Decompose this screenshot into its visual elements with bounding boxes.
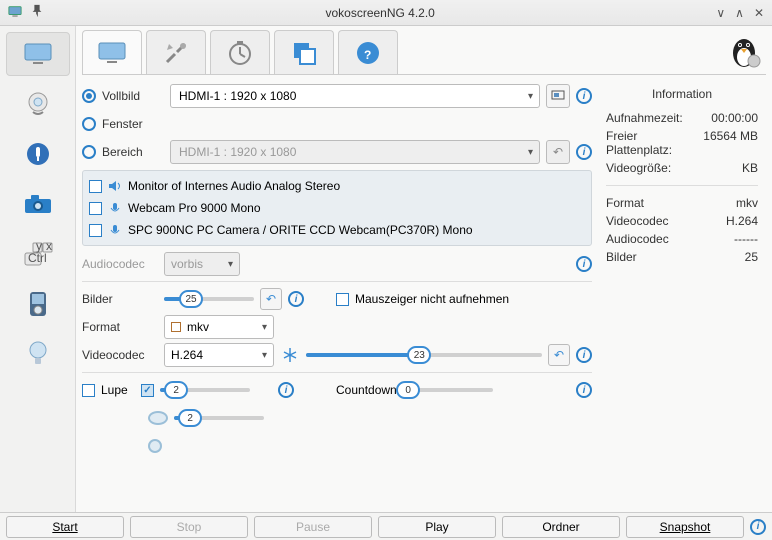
fenster-label: Fenster	[102, 117, 164, 131]
crf-icon	[280, 346, 300, 364]
window-title: vokoscreenNG 4.2.0	[44, 6, 716, 20]
bereich-label: Bereich	[102, 145, 164, 159]
tab-help[interactable]: ?	[338, 30, 398, 74]
vollbild-combo[interactable]: HDMI-1 : 1920 x 1080	[170, 84, 540, 108]
info-size-label: Videogröße:	[606, 161, 671, 175]
info-vcodec-value: H.264	[726, 214, 758, 228]
audiocodec-combo: vorbis	[164, 252, 240, 276]
info-acodec-label: Audiocodec	[606, 232, 669, 246]
audiocodec-label: Audiocodec	[82, 257, 158, 271]
videocodec-info-icon[interactable]: i	[576, 347, 592, 363]
vnav-player[interactable]	[6, 282, 70, 326]
svg-text:?: ?	[364, 48, 371, 62]
mauszeiger-check[interactable]	[336, 293, 349, 306]
speaker-icon	[108, 180, 122, 192]
videocodec-label: Videocodec	[82, 348, 158, 362]
info-free-label: Freier Plattenplatz:	[606, 129, 699, 157]
ordner-button[interactable]: Ordner	[502, 516, 620, 538]
vnav-keys[interactable]: Ctrlyx	[6, 232, 70, 276]
radio-bereich[interactable]	[82, 145, 96, 159]
audio-check-0[interactable]	[89, 180, 102, 193]
lupe-slider-1[interactable]: 2	[160, 380, 250, 400]
info-format-label: Format	[606, 196, 644, 210]
bereich-combo: HDMI-1 : 1920 x 1080	[170, 140, 540, 164]
info-heading: Information	[606, 87, 758, 101]
audio-label-0: Monitor of Internes Audio Analog Stereo	[128, 179, 340, 193]
countdown-label: Countdown	[336, 383, 397, 397]
lupe-info-icon[interactable]: i	[278, 382, 294, 398]
mic-icon	[108, 202, 122, 214]
countdown-info-icon[interactable]: i	[576, 382, 592, 398]
info-acodec-value: ------	[734, 232, 758, 246]
lupe-ellipse-icon[interactable]	[148, 411, 168, 425]
svg-text:y: y	[36, 241, 42, 253]
info-bilder-label: Bilder	[606, 250, 637, 264]
start-button[interactable]: Start	[6, 516, 124, 538]
info-format-value: mkv	[736, 196, 758, 210]
bilder-slider[interactable]: 25	[164, 289, 254, 309]
lupe-circle-icon[interactable]	[148, 439, 162, 453]
info-free-value: 16564	[703, 129, 736, 143]
close-icon[interactable]: ✕	[754, 6, 764, 20]
bereich-info-icon[interactable]: i	[576, 144, 592, 160]
vnav-bulb[interactable]	[6, 332, 70, 376]
vnav-screen[interactable]	[6, 32, 70, 76]
videocodec-reset-button[interactable]: ↶	[548, 344, 570, 366]
mauszeiger-label: Mauszeiger nicht aufnehmen	[355, 292, 509, 306]
audio-label-2: SPC 900NC PC Camera / ORITE CCD Webcam(P…	[128, 223, 473, 237]
info-size-unit: KB	[742, 161, 758, 175]
lupe-slider-2[interactable]: 2	[174, 408, 264, 428]
tab-tools[interactable]	[146, 30, 206, 74]
play-button[interactable]: Play	[378, 516, 496, 538]
minimize-icon[interactable]: ∨	[716, 6, 725, 20]
audiocodec-info-icon[interactable]: i	[576, 256, 592, 272]
svg-text:Ctrl: Ctrl	[28, 251, 47, 265]
vnav-webcam[interactable]	[6, 82, 70, 126]
pin-icon[interactable]	[30, 4, 44, 21]
app-icon	[8, 4, 22, 21]
audio-check-2[interactable]	[89, 224, 102, 237]
tab-windows[interactable]	[274, 30, 334, 74]
svg-text:x: x	[46, 241, 52, 253]
countdown-slider[interactable]: 0	[403, 380, 493, 400]
lupe-check[interactable]	[82, 384, 95, 397]
vollbild-label: Vollbild	[102, 89, 164, 103]
bilder-reset-button[interactable]: ↶	[260, 288, 282, 310]
format-combo[interactable]: mkv	[164, 315, 274, 339]
audio-sources-box: Monitor of Internes Audio Analog Stereo …	[82, 170, 592, 246]
vollbild-identify-button[interactable]	[546, 84, 570, 108]
penguin-icon	[726, 33, 766, 72]
pause-button: Pause	[254, 516, 372, 538]
info-bilder-value: 25	[745, 250, 758, 264]
tab-display[interactable]	[82, 30, 142, 74]
bilder-label: Bilder	[82, 292, 158, 306]
stop-button: Stop	[130, 516, 248, 538]
radio-vollbild[interactable]	[82, 89, 96, 103]
footer-info-icon[interactable]: i	[750, 519, 766, 535]
format-label: Format	[82, 320, 158, 334]
vollbild-info-icon[interactable]: i	[576, 88, 592, 104]
snapshot-button[interactable]: Snapshot	[626, 516, 744, 538]
info-vcodec-label: Videocodec	[606, 214, 669, 228]
lupe-rect-check[interactable]	[141, 384, 154, 397]
vnav-camera[interactable]	[6, 182, 70, 226]
mic-icon	[108, 224, 122, 236]
info-rectime-label: Aufnahmezeit:	[606, 111, 683, 125]
container-icon	[171, 322, 181, 332]
videocodec-combo[interactable]: H.264	[164, 343, 274, 367]
radio-fenster[interactable]	[82, 117, 96, 131]
tab-timer[interactable]	[210, 30, 270, 74]
bereich-reset-button[interactable]: ↶	[546, 140, 570, 164]
lupe-label: Lupe	[101, 383, 135, 397]
audio-check-1[interactable]	[89, 202, 102, 215]
maximize-icon[interactable]: ∧	[735, 6, 744, 20]
vnav-audio[interactable]	[6, 132, 70, 176]
info-pane: Information Aufnahmezeit: 00:00:00 Freier…	[598, 83, 766, 459]
audio-label-1: Webcam Pro 9000 Mono	[128, 201, 261, 215]
info-rectime-value: 00:00:00	[711, 111, 758, 125]
videocodec-quality-slider[interactable]: 23	[306, 345, 542, 365]
bilder-info-icon[interactable]: i	[288, 291, 304, 307]
